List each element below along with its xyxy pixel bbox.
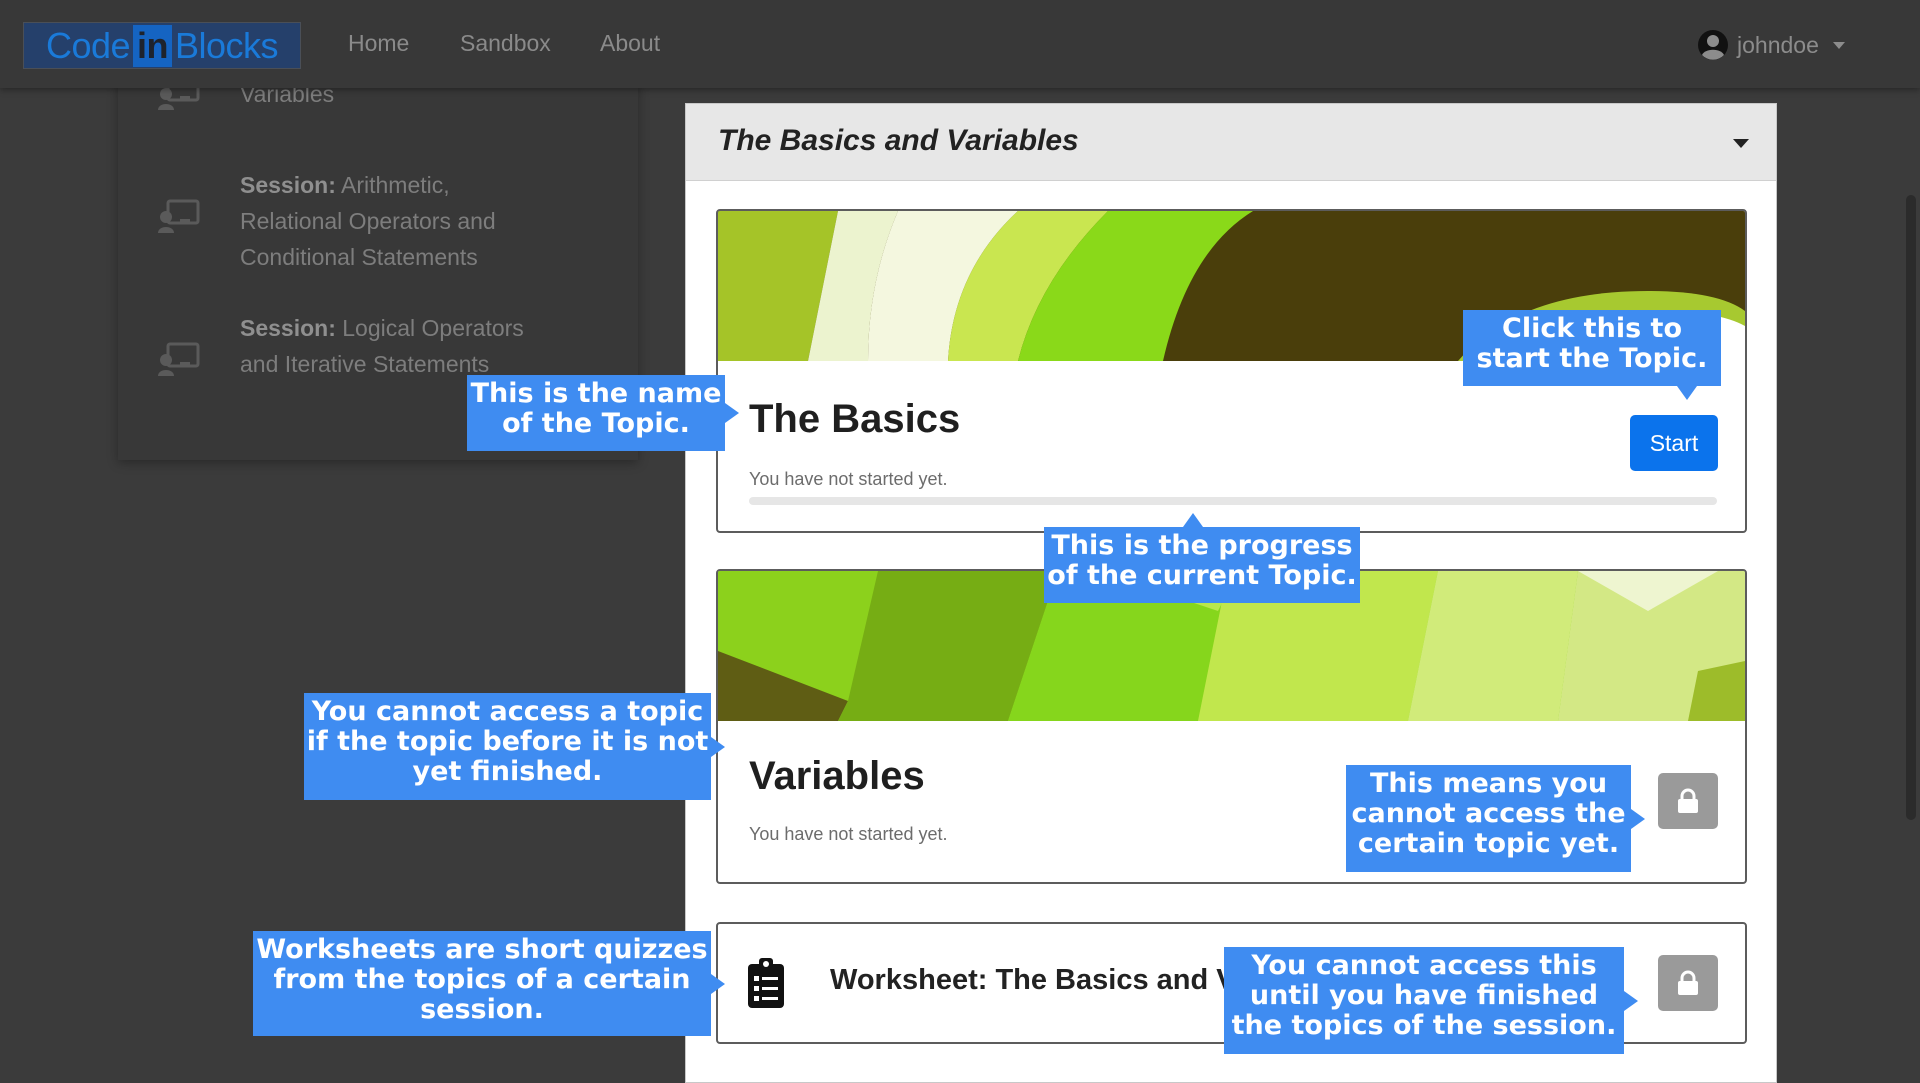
chevron-down-icon[interactable] — [1733, 139, 1749, 148]
navbar: Code in Blocks Home Sandbox About johndoe — [0, 0, 1920, 88]
callout-progress: This is the progress of the current Topi… — [1044, 513, 1360, 603]
topic-status: You have not started yet. — [749, 469, 948, 489]
callout-text: Worksheets are short quizzes from the to… — [256, 934, 708, 1025]
callout-arrow — [1624, 990, 1638, 1011]
topic-title: Variables — [749, 754, 925, 798]
nav-link-home[interactable]: Home — [348, 30, 409, 57]
clipboard-list-icon — [748, 958, 784, 1013]
worksheet-title: Worksheet: The Basics and V — [830, 964, 1236, 996]
sidebar-item-label: Session: Logical Operators and Iterative… — [240, 310, 540, 382]
user-circle-icon — [1697, 29, 1729, 61]
callout-arrow — [711, 973, 725, 994]
callout-arrow — [725, 403, 739, 423]
callout-arrow — [1677, 386, 1697, 400]
session-prefix: Session: — [240, 172, 336, 198]
sidebar-item-label: Session: Arithmetic, Relational Operator… — [240, 167, 540, 275]
callout-topic-name: This is the name of the Topic. — [467, 375, 739, 451]
scrollbar-thumb[interactable] — [1906, 195, 1916, 820]
username: johndoe — [1737, 31, 1819, 58]
session-icon — [158, 342, 202, 378]
chevron-down-icon — [1832, 41, 1845, 49]
nav-link-sandbox[interactable]: Sandbox — [460, 30, 551, 57]
logo-text-in: in — [133, 24, 173, 67]
callout-arrow — [1631, 808, 1645, 829]
worksheet-locked-button[interactable] — [1658, 955, 1718, 1011]
topic-status: You have not started yet. — [749, 824, 948, 844]
lock-icon — [1678, 970, 1698, 995]
callout-start-topic: Click this to start the Topic. — [1463, 310, 1721, 400]
user-menu[interactable]: johndoe — [1697, 27, 1845, 63]
callout-text: This means you cannot access the certain… — [1351, 768, 1626, 859]
session-accordion-header[interactable]: The Basics and Variables — [686, 104, 1776, 181]
logo-text-blocks: Blocks — [175, 24, 279, 66]
callout-text: This is the name of the Topic. — [470, 378, 722, 439]
topic-title: The Basics — [749, 397, 961, 441]
nav-link-about[interactable]: About — [600, 30, 660, 57]
callout-text: This is the progress of the current Topi… — [1047, 530, 1357, 591]
callout-text: Click this to start the Topic. — [1476, 313, 1708, 374]
callout-lock-meaning: This means you cannot access the certain… — [1346, 765, 1645, 872]
sidebar-item-logical[interactable]: Session: Logical Operators and Iterative… — [158, 310, 540, 382]
callout-text: You cannot access a topic if the topic b… — [306, 696, 709, 787]
callout-text: You cannot access this until you have fi… — [1231, 950, 1617, 1041]
callout-arrow — [1183, 513, 1203, 527]
start-topic-button[interactable]: Start — [1630, 415, 1718, 471]
callout-worksheets: Worksheets are short quizzes from the to… — [253, 931, 725, 1036]
session-icon — [158, 199, 202, 235]
session-title: The Basics and Variables — [718, 124, 1079, 157]
topic-progress-bar — [749, 497, 1717, 505]
lock-icon — [1678, 788, 1698, 813]
sidebar-item-arithmetic[interactable]: Session: Arithmetic, Relational Operator… — [158, 167, 540, 275]
topic-locked-button[interactable] — [1658, 773, 1718, 829]
callout-worksheet-locked: You cannot access this until you have fi… — [1224, 947, 1638, 1054]
callout-arrow — [711, 736, 725, 757]
logo-text-code: Code — [45, 24, 131, 66]
session-prefix: Session: — [240, 315, 336, 341]
logo[interactable]: Code in Blocks — [23, 22, 301, 69]
callout-cannot-access-topic: You cannot access a topic if the topic b… — [304, 693, 725, 800]
